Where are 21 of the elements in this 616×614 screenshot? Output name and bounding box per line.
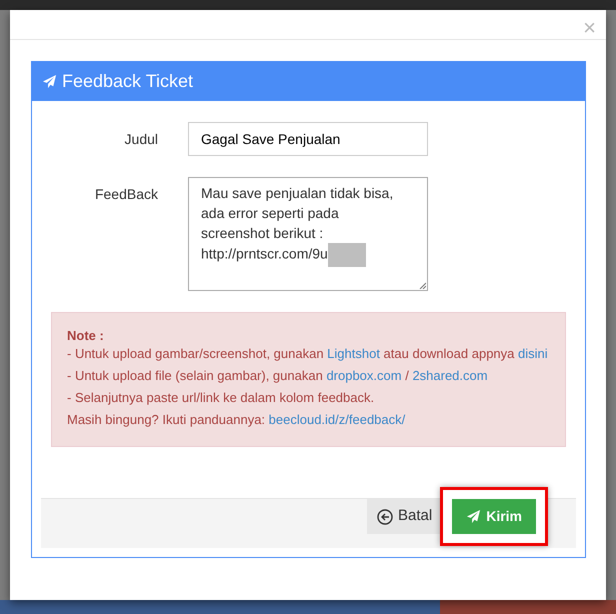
note-text: - Selanjutnya paste url/link ke dalam kolom feedback. [67,390,376,406]
submit-button[interactable]: Kirim [452,499,536,534]
paper-plane-icon [466,509,482,524]
note-text: - Untuk upload file (selain gambar), gunakan dropbox.com / 2shared.com [67,368,489,384]
note-heading: Note : [67,328,105,344]
panel-title: Feedback Ticket [62,70,194,93]
field-label: Judul [124,130,158,149]
text-link[interactable]: beecloud.id/z/feedback/ [268,412,406,427]
note-text: Masih bingung? Ikuti panduannya: beecloud.id/z/feedback/ [67,412,406,428]
note-text: - Untuk upload gambar/screenshot, gunakan Lightshot atau download appnya disini [67,346,549,362]
text-link[interactable]: 2shared.com [412,368,488,383]
close-button[interactable]: × [583,16,596,38]
text-input-field[interactable]: Gagal Save Penjualan [188,122,428,156]
field-label: FeedBack [94,185,158,204]
textarea-field[interactable]: Mau save penjualan tidak bisa, ada error seperti pada screenshot berikut : http://prntscr.com/9u [188,177,428,291]
cancel-button[interactable]: Batal [367,499,442,534]
text-link[interactable]: Lightshot [327,346,380,361]
resize-grip-icon[interactable] [419,282,426,289]
paper-plane-icon [42,74,57,89]
text-link[interactable]: dropbox.com [326,368,402,383]
text-link[interactable]: disini [518,346,548,361]
